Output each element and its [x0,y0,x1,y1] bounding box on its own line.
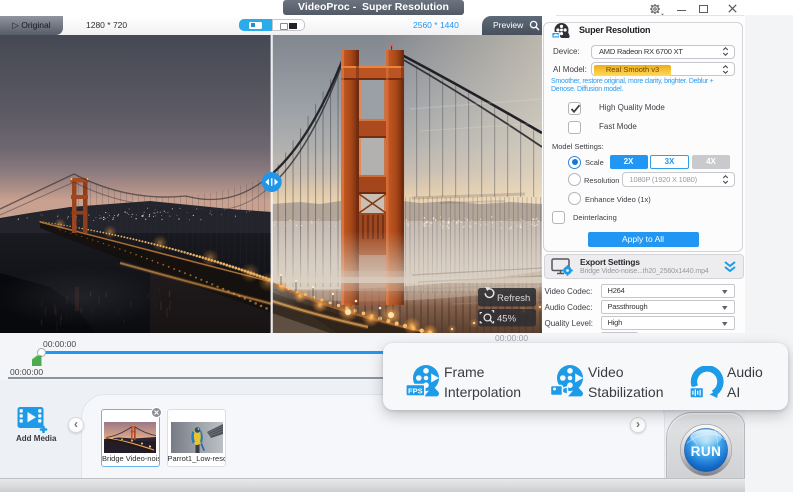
svg-text:FPS: FPS [408,387,423,396]
svg-text:45%: 45% [497,314,517,325]
svg-text:RUN: RUN [691,444,722,459]
svg-text:Refresh: Refresh [497,293,530,304]
